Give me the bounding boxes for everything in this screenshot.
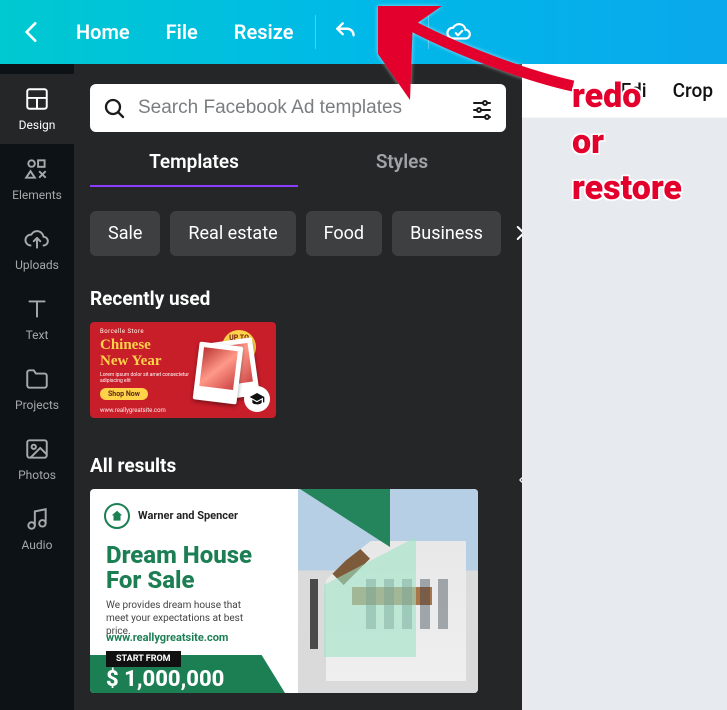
price-value: $ 1,000,000 <box>106 667 224 692</box>
brand-name: Warner and Spencer <box>138 509 238 522</box>
panel-collapse-handle[interactable] <box>512 432 522 528</box>
sidebar-item-photos[interactable]: Photos <box>0 424 74 494</box>
redo-button[interactable] <box>372 10 424 54</box>
template-cta: Shop Now <box>100 388 148 400</box>
folder-icon <box>24 366 50 392</box>
house-icon <box>110 509 124 523</box>
text-icon <box>24 296 50 322</box>
section-recently-used: Recently used <box>90 287 506 310</box>
template-site: www.reallygreatsite.com <box>100 407 166 414</box>
cloud-sync-button[interactable] <box>433 10 485 54</box>
filters-icon[interactable] <box>470 96 494 120</box>
result-template-card[interactable]: Warner and Spencer Dream House For Sale … <box>90 489 478 693</box>
music-icon <box>24 506 50 532</box>
chips-scroll-right[interactable] <box>511 209 522 257</box>
recent-template-card[interactable]: Borcelle Store Chinese New Year Lorem ip… <box>90 322 276 418</box>
sidebar-item-elements[interactable]: Elements <box>0 144 74 214</box>
template-title-line: New Year <box>100 353 162 369</box>
home-menu[interactable]: Home <box>58 10 148 54</box>
template-site: www.reallygreatsite.com <box>106 631 228 644</box>
price-label: START FROM <box>106 651 181 667</box>
template-greeting: Borcelle Store <box>100 328 144 335</box>
headline-line: Dream House <box>106 543 252 568</box>
sidebar-item-text[interactable]: Text <box>0 284 74 354</box>
divider <box>315 15 316 49</box>
brand-logo <box>104 503 130 529</box>
template-headline: Dream House For Sale <box>106 543 252 593</box>
image-icon <box>24 436 50 462</box>
panel-tabs: Templates Styles <box>90 150 506 187</box>
headline-line: For Sale <box>106 568 252 593</box>
annotation-line: redo <box>572 74 682 120</box>
file-menu[interactable]: File <box>148 10 216 54</box>
sidebar-item-design[interactable]: Design <box>0 74 74 144</box>
cloud-check-icon <box>446 19 472 45</box>
sidebar-item-label: Audio <box>22 538 53 552</box>
chevron-right-icon <box>511 224 522 242</box>
education-badge <box>244 386 270 412</box>
undo-icon <box>333 19 359 45</box>
back-button[interactable] <box>6 10 58 54</box>
chip-real-estate[interactable]: Real estate <box>170 211 295 256</box>
sidebar-item-label: Elements <box>12 188 62 202</box>
sidebar-item-label: Photos <box>18 468 56 482</box>
divider <box>428 15 429 49</box>
tab-templates[interactable]: Templates <box>90 150 298 187</box>
chevron-left-icon <box>19 19 45 45</box>
left-rail: Design Elements Uploads Text Projects Ph… <box>0 64 74 710</box>
layout-icon <box>24 86 50 112</box>
template-title-line: Chinese <box>100 337 151 353</box>
redo-icon <box>385 19 411 45</box>
chip-food[interactable]: Food <box>306 211 382 256</box>
annotation-line: restore <box>572 166 682 212</box>
search-box[interactable] <box>90 84 506 132</box>
top-menu-bar: Home File Resize <box>0 0 727 64</box>
annotation-text: redo or restore <box>572 74 682 212</box>
tab-styles[interactable]: Styles <box>298 150 506 187</box>
annotation-line: or <box>572 120 682 166</box>
sidebar-item-label: Text <box>26 328 49 342</box>
cloud-upload-icon <box>24 226 50 252</box>
resize-menu[interactable]: Resize <box>216 10 312 54</box>
graduation-cap-icon <box>249 391 265 407</box>
search-icon <box>102 96 126 120</box>
sidebar-item-label: Uploads <box>15 258 59 272</box>
sidebar-item-projects[interactable]: Projects <box>0 354 74 424</box>
shapes-icon <box>24 156 50 182</box>
sidebar-item-audio[interactable]: Audio <box>0 494 74 564</box>
search-input[interactable] <box>138 97 458 119</box>
sidebar-item-label: Projects <box>15 398 59 412</box>
chip-sale[interactable]: Sale <box>90 211 160 256</box>
chip-business[interactable]: Business <box>392 211 501 256</box>
sidebar-item-uploads[interactable]: Uploads <box>0 214 74 284</box>
templates-panel: Templates Styles Sale Real estate Food B… <box>74 64 522 710</box>
section-all-results: All results <box>90 454 506 477</box>
category-chips: Sale Real estate Food Business <box>90 209 506 257</box>
sidebar-item-label: Design <box>19 118 56 132</box>
undo-button[interactable] <box>320 10 372 54</box>
template-subtext: Lorem ipsum dolor sit amet consectetur a… <box>100 372 190 384</box>
